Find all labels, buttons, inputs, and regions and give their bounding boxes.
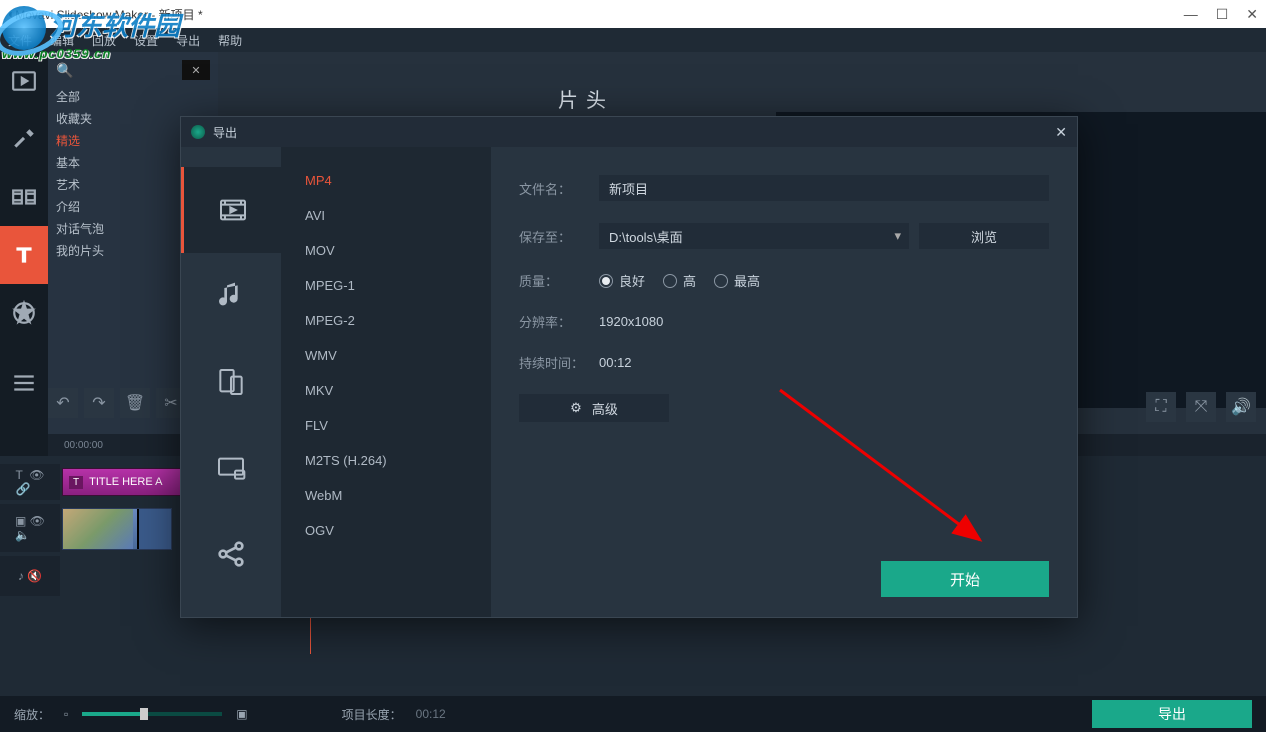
window-titlebar: ◐ Movavi Slideshow Maker - 新项目 * — ☐ ✕: [0, 0, 1266, 28]
export-title: 导出: [213, 124, 237, 141]
export-close-button[interactable]: ✕: [1055, 124, 1067, 141]
resolution-value: 1920x1080: [599, 314, 663, 329]
menu-help[interactable]: 帮助: [218, 32, 242, 49]
menu-playback[interactable]: 回放: [92, 32, 116, 49]
panel-title: 片头: [558, 84, 614, 113]
track-head-title: T 👁🔗: [0, 464, 60, 500]
tool-media[interactable]: [0, 52, 48, 110]
quality-good[interactable]: 良好: [599, 271, 645, 290]
cat-all[interactable]: 全部: [56, 86, 210, 108]
export-tab-video[interactable]: [181, 167, 281, 253]
export-settings: 文件名： 保存至： D:\tools\桌面 浏览 质量： 良好 高 最高 分辨率…: [491, 147, 1077, 617]
export-tab-tv[interactable]: [181, 425, 281, 511]
menubar: 文件 编辑 回放 设置 导出 帮助: [0, 28, 1266, 52]
saveto-label: 保存至：: [519, 227, 599, 246]
fmt-flv[interactable]: FLV: [281, 408, 491, 443]
export-tab-devices[interactable]: [181, 339, 281, 425]
fmt-mpeg2[interactable]: MPEG-2: [281, 303, 491, 338]
undo-button[interactable]: ↶: [48, 388, 78, 418]
start-button[interactable]: 开始: [881, 561, 1049, 597]
volume-button[interactable]: 🔊: [1226, 392, 1256, 422]
saveto-select[interactable]: D:\tools\桌面: [599, 223, 909, 249]
format-list: MP4 AVI MOV MPEG-1 MPEG-2 WMV MKV FLV M2…: [281, 147, 491, 617]
menu-settings[interactable]: 设置: [134, 32, 158, 49]
fmt-avi[interactable]: AVI: [281, 198, 491, 233]
track-head-video: ▣ 👁🔈: [0, 504, 60, 552]
expand-button[interactable]: ⛶: [1146, 392, 1176, 422]
close-button[interactable]: ✕: [1246, 6, 1258, 23]
fmt-mp4[interactable]: MP4: [281, 163, 491, 198]
export-titlebar: 导出 ✕: [181, 117, 1077, 147]
export-tab-share[interactable]: [181, 511, 281, 597]
tool-titles[interactable]: [0, 226, 48, 284]
minimize-button[interactable]: —: [1184, 6, 1198, 23]
search-icon[interactable]: 🔍: [56, 62, 73, 79]
tool-filters[interactable]: [0, 110, 48, 168]
advanced-button[interactable]: ⚙高级: [519, 394, 669, 422]
fmt-wmv[interactable]: WMV: [281, 338, 491, 373]
zoom-in-icon[interactable]: ▣: [236, 707, 247, 721]
fmt-mkv[interactable]: MKV: [281, 373, 491, 408]
quality-high[interactable]: 高: [663, 271, 696, 290]
export-category-tabs: [181, 147, 281, 617]
fmt-m2ts[interactable]: M2TS (H.264): [281, 443, 491, 478]
resolution-label: 分辨率：: [519, 312, 599, 331]
quality-label: 质量：: [519, 271, 599, 290]
tool-stickers[interactable]: [0, 284, 48, 342]
bottom-bar: 缩放： ▫ ▣ 项目长度： 00:12 导出: [0, 696, 1266, 732]
tool-transitions[interactable]: [0, 168, 48, 226]
length-value: 00:12: [416, 707, 446, 721]
zoom-label: 缩放：: [14, 706, 50, 723]
quality-best[interactable]: 最高: [714, 271, 760, 290]
video-clip[interactable]: [62, 508, 172, 550]
fmt-webm[interactable]: WebM: [281, 478, 491, 513]
fmt-ogv[interactable]: OGV: [281, 513, 491, 548]
track-head-audio: ♪ 🔇: [0, 556, 60, 596]
search-clear[interactable]: ✕: [182, 60, 210, 80]
fmt-mov[interactable]: MOV: [281, 233, 491, 268]
menu-export[interactable]: 导出: [176, 32, 200, 49]
timeline-tools: ↶ ↷ 🗑 ✂: [48, 388, 186, 418]
zoom-slider[interactable]: [82, 712, 222, 716]
window-title: Movavi Slideshow Maker - 新项目 *: [15, 6, 202, 23]
gear-icon: ⚙: [570, 400, 582, 416]
duration-label: 持续时间：: [519, 353, 599, 372]
redo-button[interactable]: ↷: [84, 388, 114, 418]
export-dialog: 导出 ✕ MP4 AVI MOV MPEG-1 MPEG-2 WMV MKV F…: [180, 116, 1078, 618]
app-icon: [191, 125, 205, 139]
filename-input[interactable]: [599, 175, 1049, 201]
menu-edit[interactable]: 编辑: [50, 32, 74, 49]
zoom-out-icon[interactable]: ▫: [64, 707, 68, 721]
delete-button[interactable]: 🗑: [120, 388, 150, 418]
browse-button[interactable]: 浏览: [919, 223, 1049, 249]
fullscreen-button[interactable]: ⤧: [1186, 392, 1216, 422]
export-tab-audio[interactable]: [181, 253, 281, 339]
filename-label: 文件名：: [519, 179, 599, 198]
menu-file[interactable]: 文件: [8, 32, 32, 49]
maximize-button[interactable]: ☐: [1216, 6, 1229, 23]
tool-more[interactable]: [0, 354, 48, 412]
duration-value: 00:12: [599, 355, 632, 370]
export-button[interactable]: 导出: [1092, 700, 1252, 728]
fmt-mpeg1[interactable]: MPEG-1: [281, 268, 491, 303]
length-label: 项目长度：: [342, 706, 402, 723]
